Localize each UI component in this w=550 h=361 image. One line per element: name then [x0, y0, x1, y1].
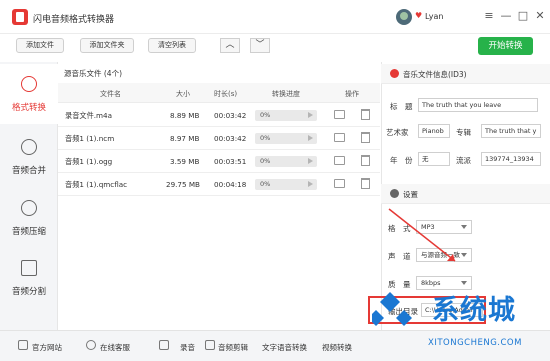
move-down-button[interactable]: ﹀	[250, 38, 270, 53]
folder-icon[interactable]	[334, 110, 345, 119]
folder-icon[interactable]	[334, 179, 345, 188]
folder-icon[interactable]	[334, 133, 345, 142]
file-list-title: 源音乐文件 (4个)	[64, 69, 123, 78]
artist-field[interactable]: Pianob	[418, 124, 450, 138]
add-file-button[interactable]: 添加文件	[16, 38, 64, 53]
nav-item-split[interactable]: 音频分割	[0, 248, 58, 308]
column-header-size: 大小	[176, 90, 190, 98]
table-row[interactable]: 音频1 (1).ogg 3.59 MB 00:03:51 0%	[58, 150, 380, 173]
trash-icon[interactable]	[361, 132, 370, 143]
progress-bar: 0%	[255, 156, 317, 167]
progress-text: 0%	[260, 111, 271, 119]
website-link[interactable]: 官方网站	[32, 342, 62, 353]
refresh-icon	[21, 76, 37, 92]
file-name: 音频1 (1).qmcflac	[65, 180, 128, 189]
nav-item-label: 音频压缩	[11, 227, 46, 237]
nav-item-label: 音频分割	[11, 287, 46, 297]
album-label: 专辑	[456, 128, 471, 137]
watermark-logo-icon	[372, 292, 412, 326]
progress-bar: 0%	[255, 179, 317, 190]
file-name: 音频1 (1).ogg	[65, 157, 113, 166]
column-header-name: 文件名	[100, 90, 121, 98]
website-icon	[18, 340, 28, 350]
gear-icon	[390, 189, 399, 198]
nav-item-label: 音频合并	[11, 166, 46, 176]
nav-item-compress[interactable]: 音频压缩	[0, 188, 58, 248]
start-convert-button[interactable]: 开始转换	[478, 37, 533, 55]
column-header-progress: 转换进度	[272, 90, 300, 98]
trash-icon[interactable]	[361, 109, 370, 120]
compress-icon	[21, 200, 37, 216]
table-row[interactable]: 录音文件.m4a 8.89 MB 00:03:42 0%	[58, 104, 380, 127]
app-logo-icon	[12, 9, 28, 25]
video-convert-link[interactable]: 视频转换	[322, 342, 352, 353]
genre-label: 流派	[456, 156, 471, 165]
play-icon[interactable]	[308, 135, 313, 141]
maximize-icon[interactable]: □	[516, 8, 530, 24]
play-icon[interactable]	[308, 181, 313, 187]
close-icon[interactable]: ✕	[533, 8, 547, 24]
watermark-text: 系统城	[432, 295, 516, 326]
progress-text: 0%	[260, 180, 271, 188]
menu-icon[interactable]: ≡	[482, 8, 496, 24]
nav-item-label: 格式转换	[11, 103, 46, 113]
support-icon	[86, 340, 96, 350]
album-field[interactable]: The truth that y	[481, 124, 541, 138]
folder-icon[interactable]	[334, 156, 345, 165]
minimize-icon[interactable]: —	[499, 8, 513, 24]
merge-icon	[21, 139, 37, 155]
add-folder-button[interactable]: 添加文件夹	[80, 38, 134, 53]
scissors-icon	[205, 340, 215, 350]
play-icon[interactable]	[308, 112, 313, 118]
file-duration: 00:03:42	[214, 111, 247, 120]
trash-icon[interactable]	[361, 178, 370, 189]
clear-list-button[interactable]: 清空列表	[148, 38, 196, 53]
nav-item-format-convert[interactable]: 格式转换	[0, 64, 58, 124]
file-duration: 00:03:51	[214, 157, 247, 166]
move-up-button[interactable]: ︿	[220, 38, 240, 53]
file-duration: 00:03:42	[214, 134, 247, 143]
app-title: 闪电音频格式转换器	[33, 15, 115, 25]
progress-bar: 0%	[255, 110, 317, 121]
year-field[interactable]: 无	[418, 152, 450, 166]
nav-item-merge[interactable]: 音频合并	[0, 127, 58, 187]
settings-title: 设置	[403, 190, 418, 199]
music-icon	[390, 69, 399, 78]
trash-icon[interactable]	[361, 155, 370, 166]
genre-field[interactable]: 139774_13934	[481, 152, 541, 166]
tts-link[interactable]: 文字语音转换	[262, 342, 307, 353]
play-icon[interactable]	[308, 158, 313, 164]
file-size: 3.59 MB	[170, 157, 200, 166]
column-header-duration: 时长(s)	[214, 90, 238, 98]
user-name[interactable]: Lyan	[425, 12, 443, 21]
file-name: 音频1 (1).ncm	[65, 134, 115, 143]
id3-title: 音乐文件信息(ID3)	[403, 70, 467, 79]
audio-cut-link[interactable]: 音频剪辑	[218, 342, 248, 353]
vip-icon: ♥	[415, 11, 423, 20]
split-icon	[21, 260, 37, 276]
title-label: 标 题	[390, 102, 413, 111]
progress-text: 0%	[260, 157, 271, 165]
progress-text: 0%	[260, 134, 271, 142]
microphone-icon	[159, 340, 169, 350]
progress-bar: 0%	[255, 133, 317, 144]
record-link[interactable]: 录音	[180, 342, 195, 353]
year-label: 年 份	[390, 156, 413, 165]
file-name: 录音文件.m4a	[65, 111, 113, 120]
table-row[interactable]: 音频1 (1).ncm 8.97 MB 00:03:42 0%	[58, 127, 380, 150]
watermark-subtext: XITONGCHENG.COM	[428, 338, 522, 348]
file-duration: 00:04:18	[214, 180, 247, 189]
file-size: 8.97 MB	[170, 134, 200, 143]
support-link[interactable]: 在线客服	[100, 342, 130, 353]
avatar[interactable]	[396, 9, 412, 25]
file-size: 29.75 MB	[166, 180, 200, 189]
table-row[interactable]: 音频1 (1).qmcflac 29.75 MB 00:04:18 0%	[58, 173, 380, 196]
file-size: 8.89 MB	[170, 111, 200, 120]
column-header-actions: 操作	[345, 90, 359, 98]
artist-label: 艺术家	[386, 128, 409, 137]
title-field[interactable]: The truth that you leave	[418, 98, 538, 112]
